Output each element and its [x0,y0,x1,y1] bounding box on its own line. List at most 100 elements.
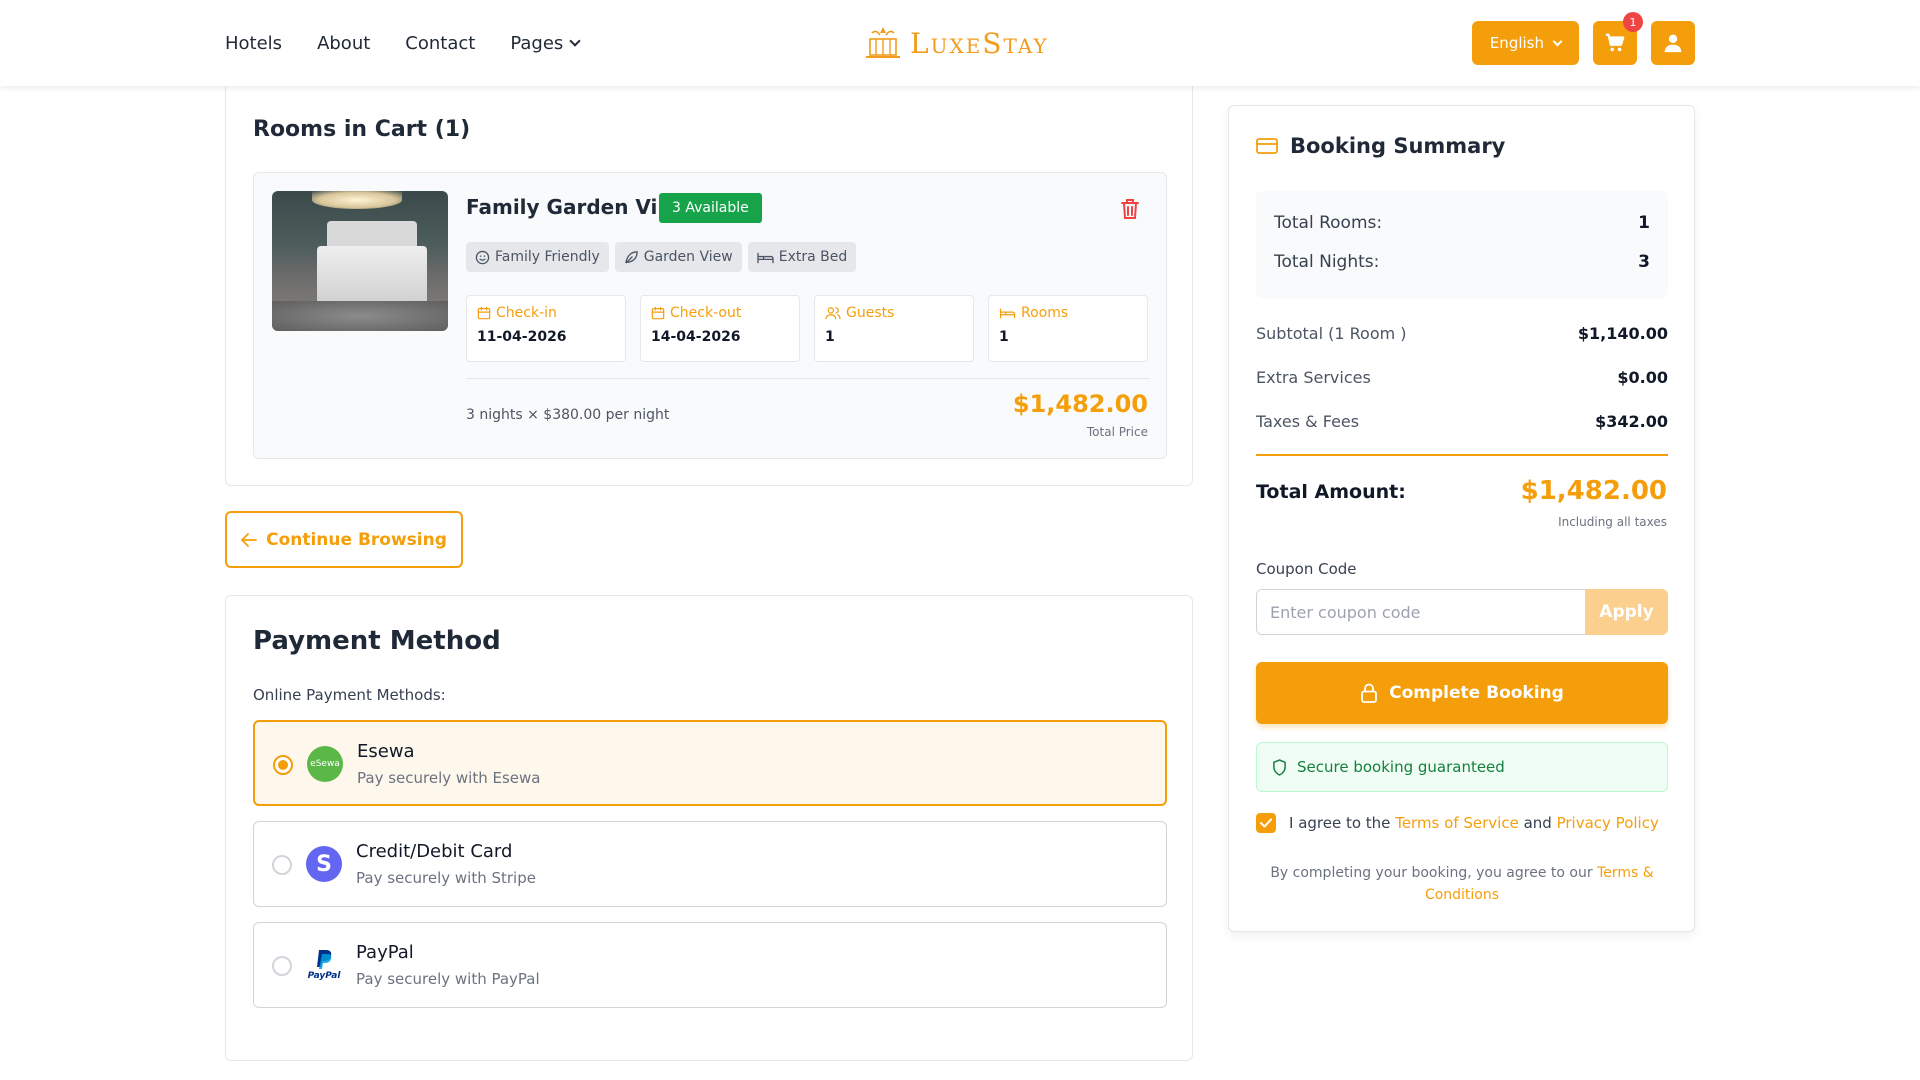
cart-button[interactable]: 1 [1593,12,1643,65]
divider [466,378,1150,379]
booking-details: Check-in 11-04-2026 Check-out 14-04-2026… [466,295,1148,362]
terms-of-service-link[interactable]: Terms of Service [1395,814,1519,832]
room-total-price: $1,482.00 [1012,390,1148,418]
main-nav: Hotels About Contact Pages [225,0,581,86]
language-selector[interactable]: English [1471,21,1579,65]
guests-field[interactable]: Guests 1 [814,295,974,362]
trash-icon [1121,199,1139,219]
secure-booking-text: Secure booking guaranteed [1297,758,1505,776]
coupon-label: Coupon Code [1256,560,1357,578]
checkin-field[interactable]: Check-in 11-04-2026 [466,295,626,362]
language-label: English [1489,34,1544,52]
rooms-value: 1 [999,329,1009,345]
payment-subtitle: Online Payment Methods: [253,686,446,704]
nights-breakdown: 3 nights × $380.00 per night [466,407,670,423]
amenity-label: Garden View [643,249,733,265]
continue-browsing-button[interactable]: Continue Browsing [225,511,463,568]
nav-pages-label: Pages [510,32,564,54]
payment-option-name: Esewa [357,741,415,762]
chevron-down-icon [1552,36,1563,46]
divider [1256,454,1668,456]
radio-button[interactable] [272,956,292,976]
agree-text: I agree to the Terms of Service and Priv… [1289,814,1659,832]
nav-pages-dropdown[interactable]: Pages [510,32,581,54]
total-rooms-label: Total Rooms: [1274,213,1383,233]
smile-icon [475,250,490,264]
cart-title: Rooms in Cart (1) [253,117,471,142]
bed-icon [999,308,1016,319]
chevron-down-icon [569,35,581,47]
cart-room-item: Family Garden Villa 3 Available Family F… [253,172,1167,459]
nav-hotels-label: Hotels [225,32,283,54]
leaf-icon [624,250,638,264]
terms-agreement: I agree to the Terms of Service and Priv… [1256,813,1659,833]
secure-booking-notice: Secure booking guaranteed [1256,742,1668,792]
user-account-button[interactable] [1651,21,1695,65]
nav-contact[interactable]: Contact [405,33,475,54]
total-nights-row: Total Nights: 3 [1274,252,1650,272]
amenity-tag: Family Friendly [466,242,609,272]
summary-title-text: Booking Summary [1290,134,1506,158]
checkout-label: Check-out [670,305,742,321]
amenity-tag: Garden View [614,242,742,272]
subtotal-value: $1,140.00 [1577,324,1668,343]
checkin-value: 11-04-2026 [477,329,567,345]
site-logo[interactable]: LuxeStay [862,20,1049,66]
booking-summary: Booking Summary Total Rooms: 1 Total Nig… [1228,105,1695,932]
total-nights-label: Total Nights: [1274,252,1380,272]
remove-room-button[interactable] [1120,198,1140,224]
room-name[interactable]: Family Garden Villa [466,195,685,219]
room-image [272,191,448,331]
agree-prefix: I agree to the [1289,814,1391,832]
lock-icon [1361,683,1378,703]
complete-booking-label: Complete Booking [1389,683,1564,703]
complete-booking-button[interactable]: Complete Booking [1256,662,1668,724]
nav-about-label: About [317,32,371,54]
payment-option-name: Credit/Debit Card [356,841,513,862]
agree-and: and [1523,814,1552,832]
nav-about[interactable]: About [317,33,370,54]
payment-option-esewa[interactable]: eSewa Esewa Pay securely with Esewa [253,720,1167,806]
credit-card-icon [1256,138,1278,154]
radio-button[interactable] [272,855,292,875]
calendar-icon [651,306,665,320]
cart-section: Rooms in Cart (1) Family Garden Villa 3 … [225,86,1193,486]
esewa-logo-text: eSewa [310,759,340,769]
apply-coupon-button[interactable]: Apply [1585,589,1668,635]
header-actions: English 1 [1471,12,1695,65]
taxes-value: $342.00 [1595,412,1668,431]
terms-checkbox[interactable] [1256,813,1276,833]
availability-badge: 3 Available [659,193,762,223]
total-amount-label: Total Amount: [1256,481,1406,503]
rooms-field[interactable]: Rooms 1 [988,295,1148,362]
continue-browsing-label: Continue Browsing [266,529,447,550]
privacy-policy-link[interactable]: Privacy Policy [1557,814,1659,832]
radio-button[interactable] [273,755,293,775]
extra-services-label: Extra Services [1256,368,1371,387]
amenity-tag: Extra Bed [747,242,857,272]
subtotal-label: Subtotal (1 Room ) [1256,324,1407,343]
payment-option-desc: Pay securely with PayPal [356,970,540,988]
payment-option-paypal[interactable]: PayPal PayPal Pay securely with PayPal [253,922,1167,1008]
total-rooms-row: Total Rooms: 1 [1274,213,1650,233]
checkin-label: Check-in [496,305,557,321]
taxes-label: Taxes & Fees [1256,412,1360,431]
stripe-logo-text: S [316,851,332,877]
coupon-input[interactable] [1256,589,1585,635]
checkout-value: 14-04-2026 [651,329,741,345]
total-amount-value: $1,482.00 [1520,476,1667,506]
stripe-logo-icon: S [306,846,342,882]
amenity-list: Family Friendly Garden View Extra Bed [466,242,857,272]
nav-hotels[interactable]: Hotels [225,33,282,54]
paypal-logo-icon: PayPal [306,947,342,983]
checkout-field[interactable]: Check-out 14-04-2026 [640,295,800,362]
check-icon [1260,818,1272,828]
payment-title: Payment Method [253,626,501,656]
payment-option-desc: Pay securely with Stripe [356,869,536,887]
rooms-label: Rooms [1021,305,1069,321]
top-header: Hotels About Contact Pages LuxeStay Engl… [0,0,1920,86]
payment-option-card[interactable]: S Credit/Debit Card Pay securely with St… [253,821,1167,907]
extra-services-value: $0.00 [1617,368,1668,387]
extra-services-row: Extra Services $0.00 [1256,368,1668,387]
summary-totals-box: Total Rooms: 1 Total Nights: 3 [1256,191,1668,298]
